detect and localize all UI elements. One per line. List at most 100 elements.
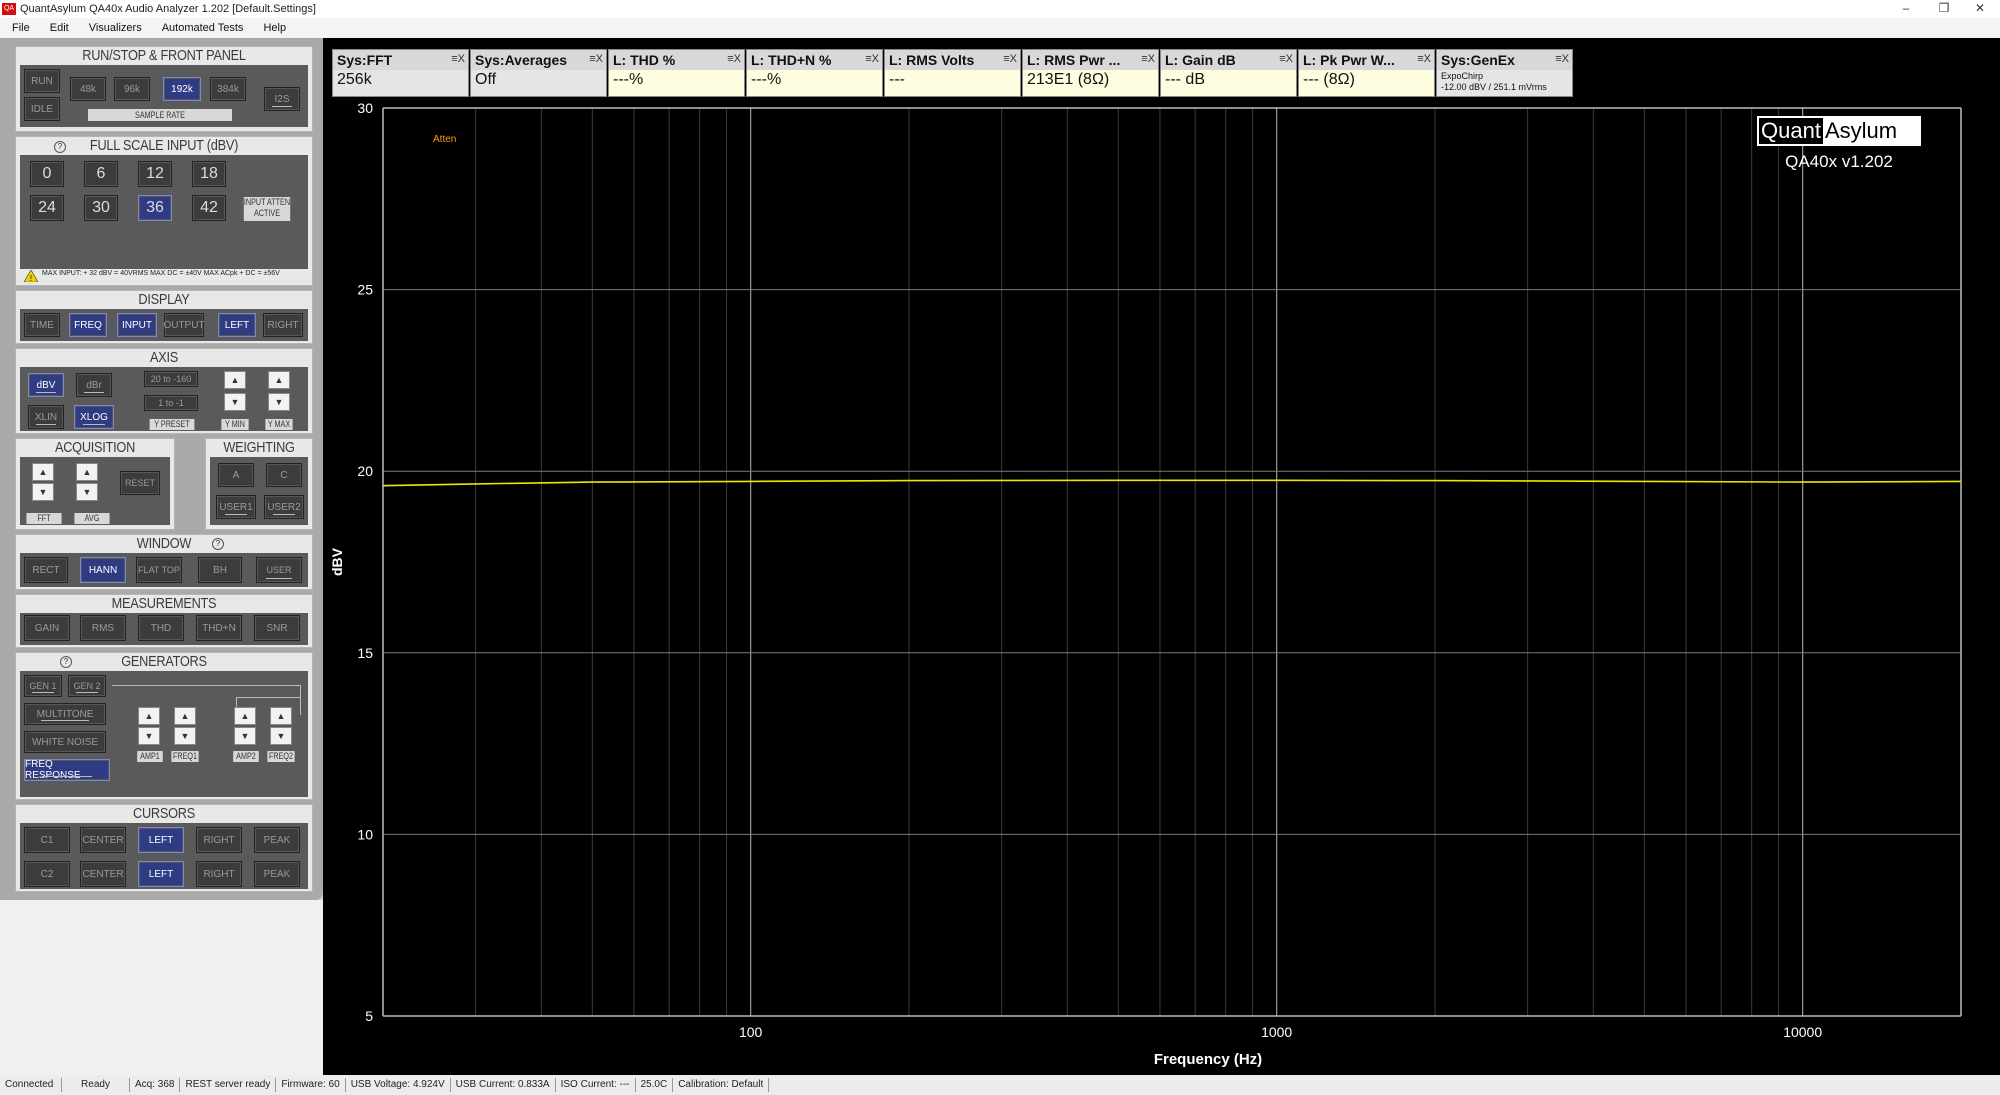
measurement-box[interactable]: L: THD+N % ≡X ---%: [746, 49, 883, 97]
cursor2-left-button[interactable]: LEFT: [138, 861, 184, 887]
amp1-up-icon[interactable]: ▲: [138, 707, 160, 725]
fft-up-icon[interactable]: ▲: [32, 463, 54, 481]
avg-down-icon[interactable]: ▼: [76, 483, 98, 501]
snr-button[interactable]: SNR: [254, 615, 300, 641]
window-flat-top-button[interactable]: FLAT TOP: [136, 557, 182, 583]
y-max-down-icon[interactable]: ▼: [268, 393, 290, 411]
preset-20-to-160-button[interactable]: 20 to -160: [144, 371, 198, 387]
idle-button[interactable]: IDLE: [24, 97, 60, 121]
freq-response-button[interactable]: FREQ RESPONSE: [24, 759, 110, 781]
fs-42-button[interactable]: 42: [192, 195, 226, 221]
input-button[interactable]: INPUT: [117, 313, 157, 337]
weighting-user1-button[interactable]: USER1: [216, 495, 256, 519]
close-icon[interactable]: ✕: [1960, 0, 2000, 18]
freq1-up-icon[interactable]: ▲: [174, 707, 196, 725]
y-min-down-icon[interactable]: ▼: [224, 393, 246, 411]
measurement-box[interactable]: L: RMS Volts ≡X ---: [884, 49, 1021, 97]
restore-icon[interactable]: ❐: [1924, 0, 1964, 18]
window-rect-button[interactable]: RECT: [24, 557, 68, 583]
multitone-button[interactable]: MULTITONE: [24, 703, 106, 725]
run-button[interactable]: RUN: [24, 69, 60, 93]
gain-button[interactable]: GAIN: [24, 615, 70, 641]
measurement-box[interactable]: L: Gain dB ≡X --- dB: [1160, 49, 1297, 97]
preset-1-to-1-button[interactable]: 1 to -1: [144, 395, 198, 411]
cursor2-peak-button[interactable]: PEAK: [254, 861, 300, 887]
fs-30-button[interactable]: 30: [84, 195, 118, 221]
measurement-box[interactable]: Sys:GenEx ≡X ExpoChirp -12.00 dBV / 251.1 m…: [1436, 49, 1573, 97]
minimize-icon[interactable]: –: [1886, 0, 1926, 18]
rate-384k-button[interactable]: 384k: [210, 77, 246, 101]
amp2-up-icon[interactable]: ▲: [234, 707, 256, 725]
rate-192k-button[interactable]: 192k: [163, 77, 201, 101]
measurement-box[interactable]: Sys:FFT ≡X 256k: [332, 49, 469, 97]
thdn-button[interactable]: THD+N: [196, 615, 242, 641]
box-menu-close-icon[interactable]: ≡X: [865, 53, 879, 65]
box-menu-close-icon[interactable]: ≡X: [1003, 53, 1017, 65]
dbr-button[interactable]: dBr: [76, 373, 112, 397]
freq2-down-icon[interactable]: ▼: [270, 727, 292, 745]
cursor1-peak-button[interactable]: PEAK: [254, 827, 300, 853]
fs-6-button[interactable]: 6: [84, 161, 118, 187]
cursor1-center-button[interactable]: CENTER: [80, 827, 126, 853]
help-icon[interactable]: ?: [212, 538, 224, 550]
gen1-button[interactable]: GEN 1: [24, 675, 62, 697]
cursor2-center-button[interactable]: CENTER: [80, 861, 126, 887]
fs-12-button[interactable]: 12: [138, 161, 172, 187]
measurement-box[interactable]: L: Pk Pwr W... ≡X --- (8Ω): [1298, 49, 1435, 97]
weighting-a-button[interactable]: A: [218, 463, 254, 487]
menu-file[interactable]: File: [0, 22, 38, 34]
i2s-button[interactable]: I2S: [264, 87, 300, 111]
measurement-box[interactable]: Sys:Averages ≡X Off: [470, 49, 607, 97]
window-bh-button[interactable]: BH: [198, 557, 242, 583]
xlog-button[interactable]: XLOG: [74, 405, 114, 429]
measurement-box[interactable]: L: RMS Pwr ... ≡X 213E1 (8Ω): [1022, 49, 1159, 97]
weighting-c-button[interactable]: C: [266, 463, 302, 487]
reset-button[interactable]: RESET: [120, 471, 160, 495]
menu-help[interactable]: Help: [251, 22, 294, 34]
rate-96k-button[interactable]: 96k: [114, 77, 150, 101]
freq-button[interactable]: FREQ: [69, 313, 107, 337]
rms-button[interactable]: RMS: [80, 615, 126, 641]
measurement-box[interactable]: L: THD % ≡X ---%: [608, 49, 745, 97]
left-channel-button[interactable]: LEFT: [218, 313, 256, 337]
cursor1-right-button[interactable]: RIGHT: [196, 827, 242, 853]
box-menu-close-icon[interactable]: ≡X: [1417, 53, 1431, 65]
window-hann-button[interactable]: HANN: [80, 557, 126, 583]
fs-36-button[interactable]: 36: [138, 195, 172, 221]
cursor2-button[interactable]: C2: [24, 861, 70, 887]
freq2-up-icon[interactable]: ▲: [270, 707, 292, 725]
fs-24-button[interactable]: 24: [30, 195, 64, 221]
weighting-user2-button[interactable]: USER2: [264, 495, 304, 519]
time-button[interactable]: TIME: [24, 313, 60, 337]
white-noise-button[interactable]: WHITE NOISE: [24, 731, 106, 753]
cursor1-left-button[interactable]: LEFT: [138, 827, 184, 853]
box-menu-close-icon[interactable]: ≡X: [727, 53, 741, 65]
box-menu-close-icon[interactable]: ≡X: [1141, 53, 1155, 65]
fs-0-button[interactable]: 0: [30, 161, 64, 187]
avg-up-icon[interactable]: ▲: [76, 463, 98, 481]
window-user-button[interactable]: USER: [256, 557, 302, 583]
fs-18-button[interactable]: 18: [192, 161, 226, 187]
thd-button[interactable]: THD: [138, 615, 184, 641]
box-menu-close-icon[interactable]: ≡X: [1555, 53, 1569, 65]
frequency-chart[interactable]: 5 10 15 20 25 30 100 1000 10000 Frequency (Hz) d…: [323, 38, 2000, 1075]
dbv-button[interactable]: dBV: [28, 373, 64, 397]
menu-visualizers[interactable]: Visualizers: [77, 22, 150, 34]
fft-down-icon[interactable]: ▼: [32, 483, 54, 501]
y-min-up-icon[interactable]: ▲: [224, 371, 246, 389]
right-channel-button[interactable]: RIGHT: [263, 313, 303, 337]
box-menu-close-icon[interactable]: ≡X: [589, 53, 603, 65]
box-menu-close-icon[interactable]: ≡X: [451, 53, 465, 65]
xlin-button[interactable]: XLIN: [28, 405, 64, 429]
cursor2-right-button[interactable]: RIGHT: [196, 861, 242, 887]
menu-edit[interactable]: Edit: [38, 22, 77, 34]
freq1-down-icon[interactable]: ▼: [174, 727, 196, 745]
box-menu-close-icon[interactable]: ≡X: [1279, 53, 1293, 65]
menu-automated-tests[interactable]: Automated Tests: [150, 22, 252, 34]
amp2-down-icon[interactable]: ▼: [234, 727, 256, 745]
cursor1-button[interactable]: C1: [24, 827, 70, 853]
gen2-button[interactable]: GEN 2: [68, 675, 106, 697]
rate-48k-button[interactable]: 48k: [70, 77, 106, 101]
output-button[interactable]: OUTPUT: [163, 313, 205, 337]
amp1-down-icon[interactable]: ▼: [138, 727, 160, 745]
